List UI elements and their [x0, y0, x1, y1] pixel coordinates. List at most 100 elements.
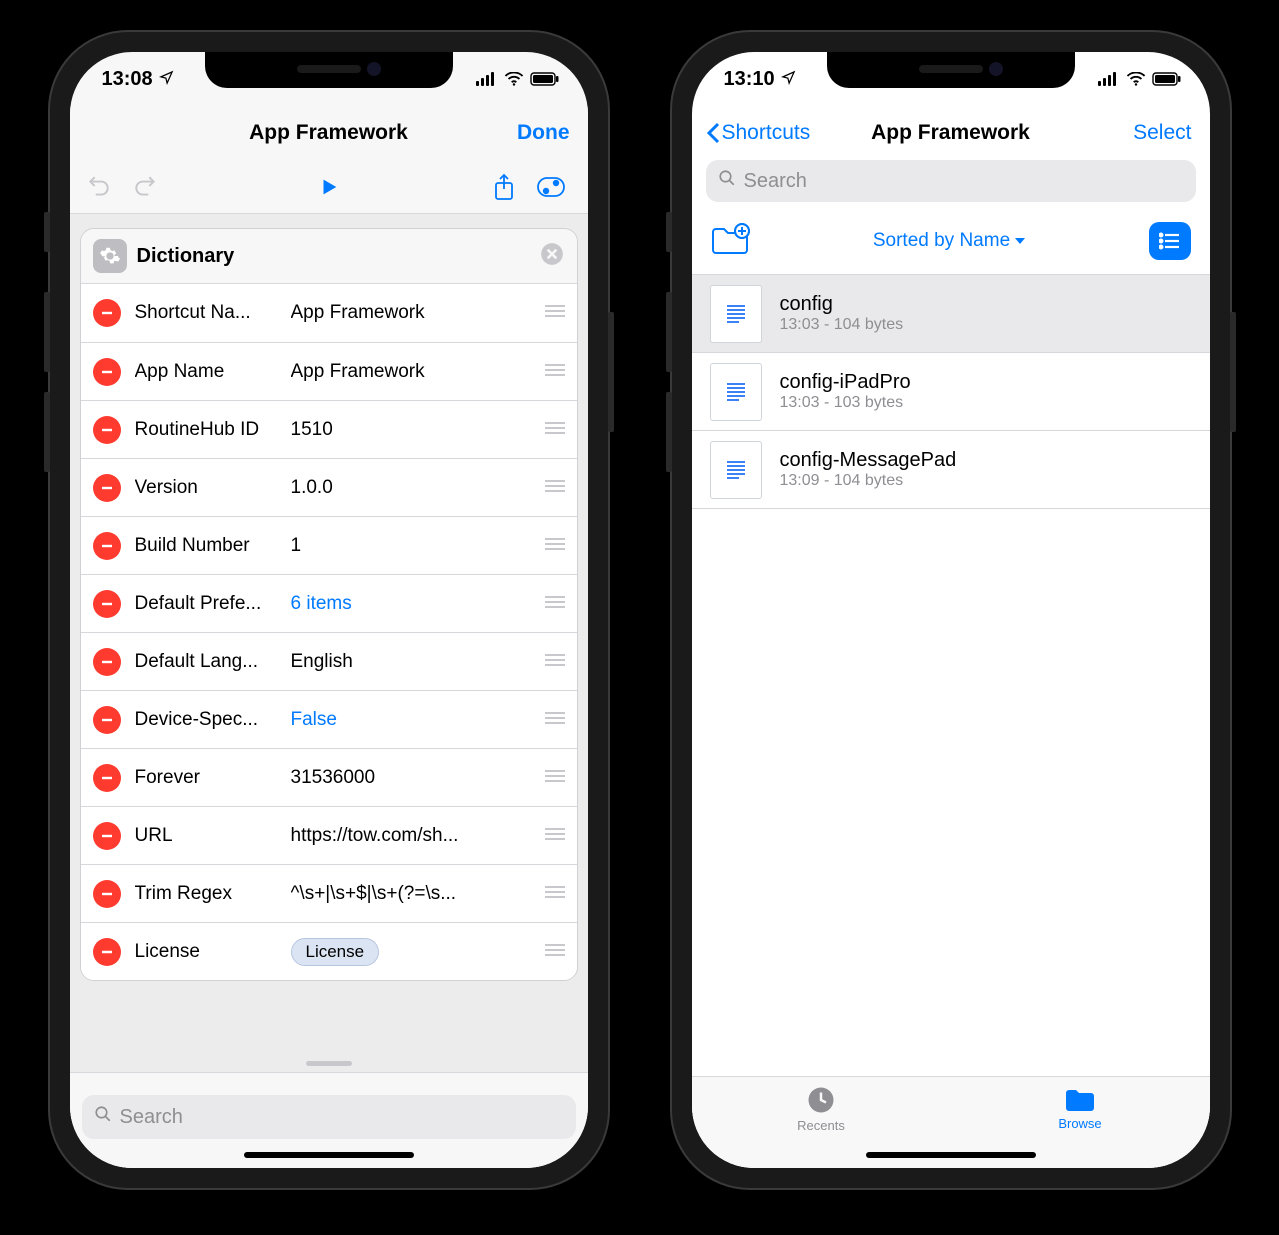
dictionary-row[interactable]: Version 1.0.0 — [81, 458, 577, 516]
home-indicator[interactable] — [244, 1152, 414, 1158]
delete-row-button[interactable] — [93, 706, 121, 734]
share-button[interactable] — [492, 173, 516, 201]
shortcut-toolbar — [70, 160, 588, 214]
delete-row-button[interactable] — [93, 590, 121, 618]
reorder-handle-icon[interactable] — [543, 767, 567, 789]
reorder-handle-icon[interactable] — [543, 593, 567, 615]
delete-row-button[interactable] — [93, 764, 121, 792]
file-row[interactable]: config-iPadPro13:03 - 103 bytes — [692, 353, 1210, 431]
dictionary-row[interactable]: Default Prefe... 6 items — [81, 574, 577, 632]
iphone-frame-shortcuts: 13:08 App — [48, 30, 610, 1190]
dictionary-row[interactable]: RoutineHub ID 1510 — [81, 400, 577, 458]
dictionary-value[interactable]: False — [291, 709, 535, 731]
battery-icon — [530, 72, 560, 86]
search-input[interactable]: Search — [706, 160, 1196, 202]
delete-row-button[interactable] — [93, 299, 121, 327]
delete-action-button[interactable] — [539, 241, 565, 272]
delete-row-button[interactable] — [93, 938, 121, 966]
clock-icon — [806, 1085, 836, 1115]
file-name: config-iPadPro — [780, 371, 911, 394]
dictionary-value[interactable]: 31536000 — [291, 767, 535, 789]
dictionary-key[interactable]: Version — [135, 477, 283, 499]
delete-row-button[interactable] — [93, 358, 121, 386]
chevron-down-icon — [1014, 236, 1026, 246]
dictionary-value[interactable]: 1 — [291, 535, 535, 557]
dictionary-row[interactable]: Default Lang... English — [81, 632, 577, 690]
dictionary-row[interactable]: App Name App Framework — [81, 342, 577, 400]
nav-bar: Shortcuts App Framework Select — [692, 106, 1210, 160]
reorder-handle-icon[interactable] — [543, 825, 567, 847]
dictionary-row[interactable]: License License — [81, 922, 577, 980]
settings-button[interactable] — [536, 176, 566, 198]
reorder-handle-icon[interactable] — [543, 361, 567, 383]
file-name: config — [780, 293, 904, 316]
home-indicator[interactable] — [866, 1152, 1036, 1158]
dictionary-key[interactable]: App Name — [135, 361, 283, 383]
new-folder-button[interactable] — [710, 223, 750, 260]
delete-row-button[interactable] — [93, 822, 121, 850]
delete-row-button[interactable] — [93, 416, 121, 444]
file-name: config-MessagePad — [780, 449, 957, 472]
battery-icon — [1152, 72, 1182, 86]
dictionary-value[interactable]: License — [291, 938, 535, 966]
dictionary-key[interactable]: Device-Spec... — [135, 709, 283, 731]
reorder-handle-icon[interactable] — [543, 535, 567, 557]
dictionary-row[interactable]: Build Number 1 — [81, 516, 577, 574]
dictionary-key[interactable]: Default Prefe... — [135, 593, 283, 615]
delete-row-button[interactable] — [93, 880, 121, 908]
search-placeholder: Search — [120, 1106, 183, 1129]
select-button[interactable]: Select — [1133, 106, 1191, 160]
delete-row-button[interactable] — [93, 532, 121, 560]
dictionary-key[interactable]: License — [135, 941, 283, 963]
location-arrow-icon — [159, 68, 174, 91]
reorder-handle-icon[interactable] — [543, 477, 567, 499]
reorder-handle-icon[interactable] — [543, 302, 567, 324]
delete-row-button[interactable] — [93, 474, 121, 502]
run-button[interactable] — [318, 176, 340, 198]
dictionary-key[interactable]: URL — [135, 825, 283, 847]
undo-button[interactable] — [86, 174, 112, 200]
file-row[interactable]: config-MessagePad13:09 - 104 bytes — [692, 431, 1210, 509]
delete-row-button[interactable] — [93, 648, 121, 676]
list-view-button[interactable] — [1149, 222, 1191, 260]
search-icon — [94, 1105, 112, 1129]
dictionary-value[interactable]: 1510 — [291, 419, 535, 441]
cellular-icon — [1098, 72, 1120, 86]
dictionary-value[interactable]: 6 items — [291, 593, 535, 615]
dictionary-key[interactable]: Forever — [135, 767, 283, 789]
dictionary-value[interactable]: App Framework — [291, 361, 535, 383]
reorder-handle-icon[interactable] — [543, 709, 567, 731]
document-icon — [710, 285, 762, 343]
reorder-handle-icon[interactable] — [543, 883, 567, 905]
dictionary-value[interactable]: App Framework — [291, 302, 535, 324]
back-button[interactable]: Shortcuts — [706, 106, 811, 160]
dictionary-key[interactable]: RoutineHub ID — [135, 419, 283, 441]
location-arrow-icon — [781, 68, 796, 91]
dictionary-row[interactable]: Forever 31536000 — [81, 748, 577, 806]
reorder-handle-icon[interactable] — [543, 651, 567, 673]
search-placeholder: Search — [744, 170, 807, 193]
search-input[interactable]: Search — [82, 1095, 576, 1139]
file-row[interactable]: config13:03 - 104 bytes — [692, 275, 1210, 353]
reorder-handle-icon[interactable] — [543, 419, 567, 441]
redo-button[interactable] — [132, 174, 158, 200]
dictionary-row[interactable]: Trim Regex ^\s+|\s+$|\s+(?=\s... — [81, 864, 577, 922]
dictionary-value[interactable]: ^\s+|\s+$|\s+(?=\s... — [291, 883, 535, 905]
dictionary-row[interactable]: URL https://tow.com/sh... — [81, 806, 577, 864]
dictionary-key[interactable]: Trim Regex — [135, 883, 283, 905]
dictionary-value[interactable]: 1.0.0 — [291, 477, 535, 499]
reorder-handle-icon[interactable] — [543, 941, 567, 963]
sheet-grabber[interactable] — [306, 1061, 352, 1066]
sort-button[interactable]: Sorted by Name — [873, 230, 1026, 252]
dictionary-value[interactable]: https://tow.com/sh... — [291, 825, 535, 847]
dictionary-key[interactable]: Default Lang... — [135, 651, 283, 673]
wifi-icon — [1126, 72, 1146, 86]
dictionary-row[interactable]: Shortcut Na... App Framework — [81, 284, 577, 342]
dictionary-key[interactable]: Build Number — [135, 535, 283, 557]
dictionary-row[interactable]: Device-Spec... False — [81, 690, 577, 748]
dictionary-key[interactable]: Shortcut Na... — [135, 302, 283, 324]
variable-token[interactable]: License — [291, 938, 380, 966]
dictionary-value[interactable]: English — [291, 651, 535, 673]
folder-icon — [1064, 1085, 1096, 1113]
done-button[interactable]: Done — [517, 106, 570, 160]
